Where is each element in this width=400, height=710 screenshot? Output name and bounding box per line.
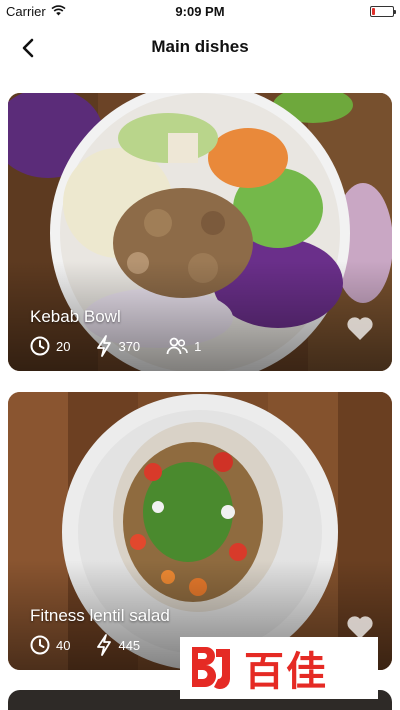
status-bar: Carrier 9:09 PM	[0, 0, 400, 22]
back-button[interactable]	[14, 34, 42, 62]
servings: 1	[166, 337, 201, 355]
status-right	[370, 5, 396, 17]
carrier-label: Carrier	[6, 3, 46, 19]
calories: 445	[96, 634, 140, 656]
dish-title: Kebab Bowl	[30, 307, 121, 326]
battery-fill	[372, 7, 375, 15]
clock-icon	[30, 336, 50, 356]
battery-icon	[370, 5, 396, 17]
calories-value: 370	[118, 338, 141, 354]
calories-value: 445	[118, 637, 141, 653]
nav-bar: Main dishes	[0, 22, 400, 72]
lightning-icon	[97, 634, 112, 656]
people-icon	[166, 337, 188, 355]
dish-card[interactable]: Kebab Bowl 20 370 1	[8, 93, 392, 371]
dish-card[interactable]: Fitness lentil salad 40 445	[8, 392, 392, 670]
wifi-icon	[51, 4, 66, 19]
heart-icon	[347, 317, 373, 340]
prep-time: 40	[30, 635, 70, 655]
prep-time-value: 20	[56, 338, 71, 354]
dish-list: Kebab Bowl 20 370 1 Fitness lentil salad…	[8, 93, 392, 691]
prep-time: 20	[30, 336, 70, 356]
calories: 370	[96, 335, 140, 357]
lightning-icon	[97, 335, 112, 357]
status-left: Carrier	[6, 4, 66, 19]
servings-value: 1	[194, 338, 202, 354]
chevron-left-icon	[22, 38, 34, 58]
favorite-button[interactable]	[346, 315, 376, 343]
clock-icon	[30, 635, 50, 655]
dish-meta: 20 370 1	[30, 335, 227, 357]
watermark-text: 百佳	[244, 649, 328, 695]
prep-time-value: 40	[56, 637, 71, 653]
watermark: 百佳	[180, 637, 378, 699]
dish-title: Fitness lentil salad	[30, 606, 170, 625]
page-title: Main dishes	[151, 37, 249, 56]
watermark-logo	[192, 647, 230, 689]
dish-meta: 40 445	[30, 634, 166, 656]
